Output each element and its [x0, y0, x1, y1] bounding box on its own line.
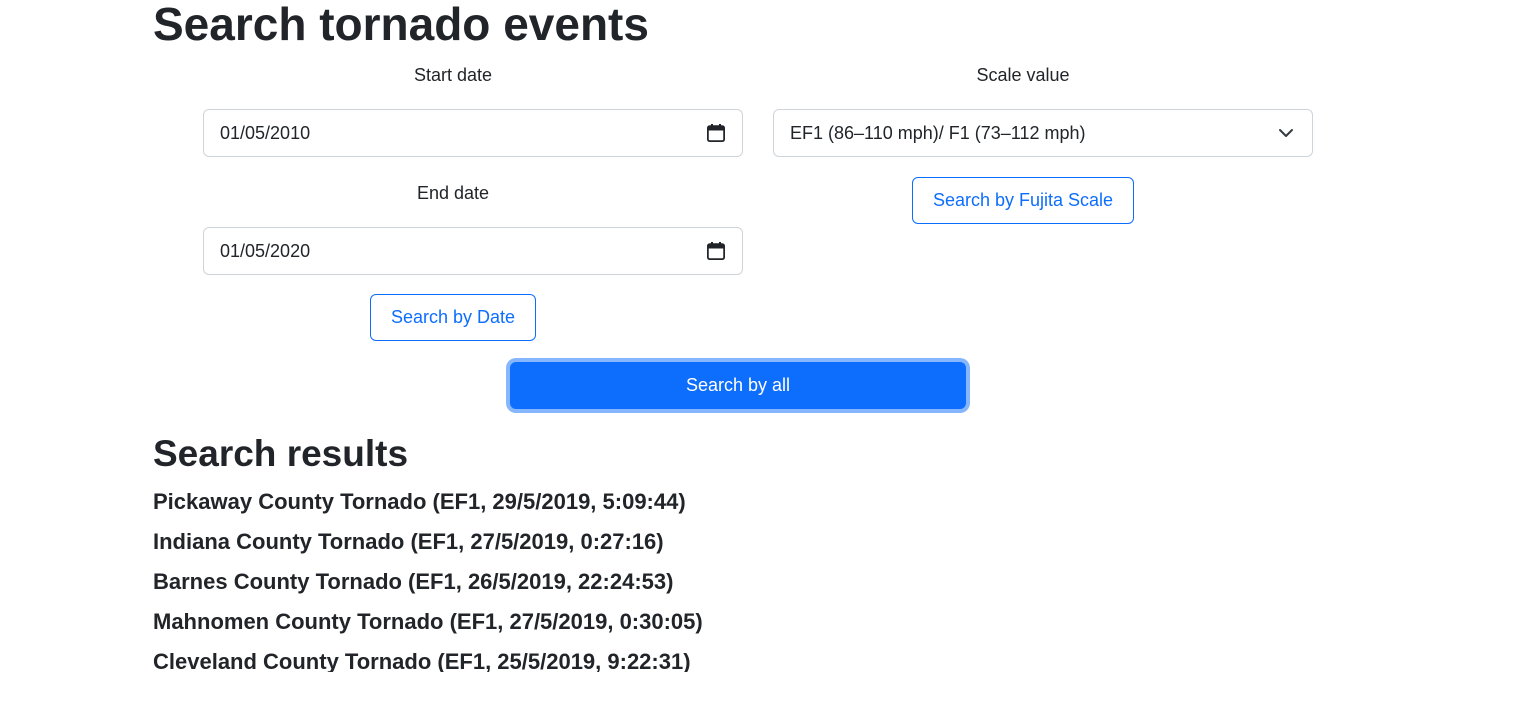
start-date-label: Start date: [413, 65, 493, 85]
calendar-icon[interactable]: [706, 123, 726, 143]
search-results-heading: Search results: [153, 433, 409, 474]
end-date-value: 01/05/2020: [220, 240, 311, 261]
result-item: Barnes County Tornado (EF1, 26/5/2019, 2…: [153, 569, 674, 594]
calendar-icon[interactable]: [706, 241, 726, 261]
results-list: Pickaway County Tornado (EF1, 29/5/2019,…: [153, 488, 703, 672]
start-date-input[interactable]: 01/05/2010: [203, 109, 743, 157]
scale-selected-value: EF1 (86–110 mph)/ F1 (73–112 mph): [790, 122, 1086, 143]
scale-value-select[interactable]: EF1 (86–110 mph)/ F1 (73–112 mph): [773, 109, 1313, 157]
chevron-down-icon: [1279, 129, 1293, 137]
page-root: Search tornado events Start date 01/05/2…: [0, 0, 1529, 713]
result-item: Cleveland County Tornado (EF1, 25/5/2019…: [153, 649, 691, 672]
result-item: Mahnomen County Tornado (EF1, 27/5/2019,…: [153, 609, 703, 634]
search-by-all-button[interactable]: Search by all: [510, 362, 966, 409]
page-title: Search tornado events: [153, 0, 649, 50]
search-by-date-button[interactable]: Search by Date: [370, 294, 536, 341]
result-item: Pickaway County Tornado (EF1, 29/5/2019,…: [153, 489, 686, 514]
result-item: Indiana County Tornado (EF1, 27/5/2019, …: [153, 529, 664, 554]
start-date-value: 01/05/2010: [220, 122, 311, 143]
search-by-fujita-scale-button[interactable]: Search by Fujita Scale: [912, 177, 1134, 224]
end-date-label: End date: [416, 183, 490, 203]
scale-value-label: Scale value: [976, 65, 1070, 85]
end-date-input[interactable]: 01/05/2020: [203, 227, 743, 275]
